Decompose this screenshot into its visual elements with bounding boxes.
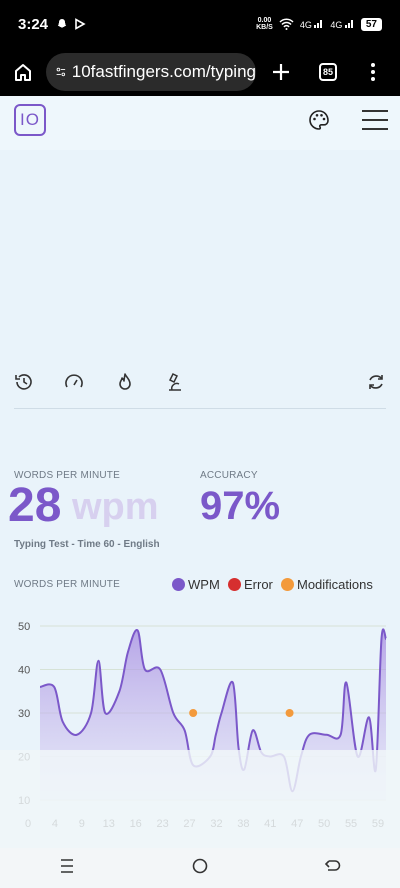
wifi-icon [279, 18, 294, 30]
wpm-unit: wpm [72, 486, 159, 528]
plus-icon [273, 64, 289, 80]
legend-swatch-modifications [281, 578, 294, 591]
legend-swatch-error [228, 578, 241, 591]
signal-bars-icon [314, 20, 323, 28]
history-icon [15, 374, 32, 390]
signal-2: 4G [330, 18, 355, 30]
system-nav-bar [0, 848, 400, 888]
wpm-value: 28 [8, 479, 62, 532]
menu-button[interactable] [362, 110, 388, 137]
play-icon [75, 18, 86, 30]
recents-icon [60, 858, 73, 873]
back-button[interactable] [324, 858, 342, 879]
recent-apps-button[interactable] [58, 858, 76, 879]
net-speed-value: 0.00 [257, 17, 272, 24]
status-notification-icons [56, 18, 86, 30]
y-tick-label: 30 [18, 708, 30, 720]
test-info: Typing Test - Time 60 - English [14, 539, 160, 550]
bottom-overlay [0, 750, 400, 848]
legend-label-error: Error [244, 577, 273, 592]
home-nav-button[interactable] [191, 857, 209, 880]
theme-button[interactable] [308, 109, 330, 136]
legend-swatch-wpm [172, 578, 185, 591]
chart-title: WORDS PER MINUTE [14, 579, 120, 590]
legend-item-wpm[interactable]: WPM [172, 577, 220, 592]
address-bar[interactable]: 10fastfingers.com/typing [46, 53, 256, 91]
snapchat-icon [57, 19, 67, 28]
divider [14, 408, 386, 409]
tab-switcher-button[interactable]: 85 [306, 63, 350, 81]
home-icon [15, 64, 31, 81]
site-header: IO [0, 96, 400, 150]
signal-1: 4G [300, 18, 325, 30]
new-tab-button[interactable] [256, 56, 306, 88]
y-tick-label: 40 [18, 665, 30, 677]
browser-toolbar: 10fastfingers.com/typing 85 [0, 48, 400, 96]
signal-bars-icon [344, 20, 353, 28]
streak-button[interactable] [116, 372, 134, 397]
signal-1-label: 4G [299, 20, 312, 30]
home-button[interactable] [0, 62, 46, 82]
back-icon [325, 859, 341, 871]
palette-icon [309, 110, 329, 130]
analysis-button[interactable] [166, 372, 184, 397]
accuracy-value: 97% [200, 484, 281, 528]
result-toolbar [0, 372, 400, 394]
status-right-icons: 0.00 KB/S 4G 4G 57 [256, 17, 382, 31]
site-settings-icon[interactable] [56, 64, 66, 80]
circle-home-icon [192, 858, 208, 873]
legend-item-error[interactable]: Error [228, 577, 273, 592]
refresh-icon [369, 375, 383, 389]
battery-indicator: 57 [360, 17, 382, 31]
modification-point [189, 709, 198, 717]
status-time: 3:24 [18, 15, 49, 33]
history-button[interactable] [14, 372, 34, 397]
net-speed-unit: KB/S [256, 24, 273, 31]
menu-bar [362, 110, 388, 112]
legend-item-modifications[interactable]: Modifications [281, 577, 373, 592]
speed-button[interactable] [64, 372, 84, 397]
browser-menu-button[interactable] [350, 62, 396, 82]
signal-2-label: 4G [330, 20, 343, 30]
legend-label-modifications: Modifications [297, 577, 373, 592]
menu-bar [362, 119, 388, 121]
speedometer-icon [65, 374, 83, 388]
url-text: 10fastfingers.com/typing [71, 62, 256, 81]
microscope-icon [168, 372, 181, 391]
modification-point [285, 709, 294, 717]
y-tick-label: 50 [18, 621, 30, 633]
tab-count: 85 [319, 63, 337, 81]
net-speed: 0.00 KB/S [256, 17, 273, 31]
legend-label-wpm: WPM [188, 577, 220, 592]
site-logo[interactable]: IO [14, 104, 46, 136]
status-bar: 3:24 0.00 KB/S 4G 4G 57 [0, 0, 400, 48]
flame-icon [119, 373, 131, 390]
menu-bar [362, 128, 388, 130]
restart-button[interactable] [366, 372, 386, 397]
more-vertical-icon [371, 63, 375, 81]
